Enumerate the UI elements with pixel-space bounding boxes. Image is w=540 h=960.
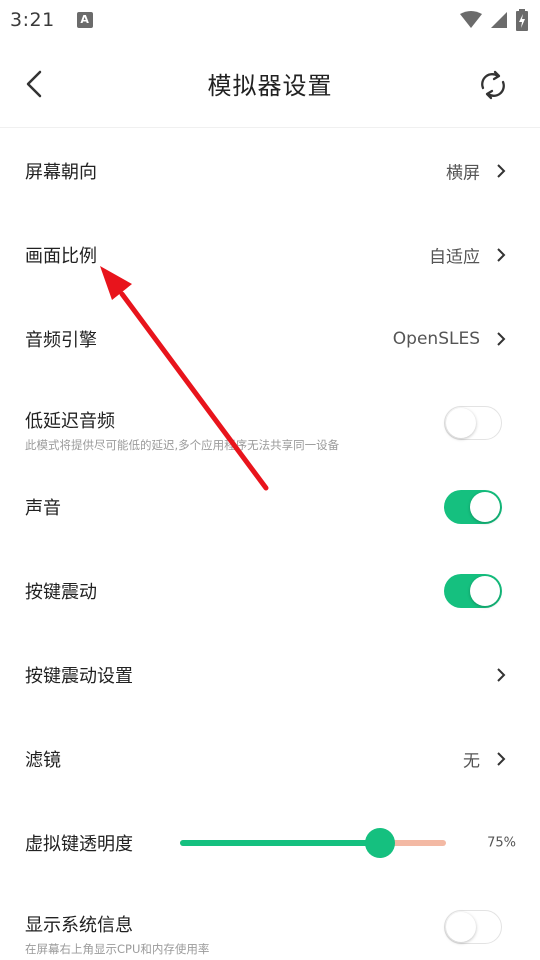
setting-show-system-info: 显示系统信息 在屏幕右上角显示CPU和内存使用率: [0, 885, 540, 960]
setting-value: 无: [463, 751, 480, 772]
setting-label: 虚拟键透明度: [25, 834, 133, 855]
low-latency-toggle[interactable]: [444, 406, 502, 440]
sound-toggle[interactable]: [444, 490, 502, 524]
chevron-right-icon: [497, 248, 506, 262]
setting-label: 按键震动: [25, 582, 97, 603]
setting-description: 此模式将提供尽可能低的延迟,多个应用程序无法共享同一设备: [25, 438, 340, 452]
status-time: 3:21: [10, 9, 55, 31]
toggle-knob: [470, 576, 500, 606]
chevron-right-icon: [497, 332, 506, 346]
setting-audio-engine[interactable]: 音频引擎 OpenSLES: [0, 297, 540, 381]
setting-key-vibration-settings[interactable]: 按键震动设置: [0, 633, 540, 717]
setting-label: 滤镜: [25, 750, 61, 771]
setting-value: OpenSLES: [392, 329, 480, 349]
notification-icon: A: [76, 12, 93, 28]
page-title: 模拟器设置: [207, 72, 333, 100]
setting-screen-orientation[interactable]: 屏幕朝向 横屏: [0, 129, 540, 213]
chevron-right-icon: [497, 752, 506, 766]
setting-label: 低延迟音频: [25, 411, 115, 432]
opacity-slider-thumb[interactable]: [364, 828, 395, 858]
app-bar: 模拟器设置: [0, 40, 540, 128]
setting-aspect-ratio[interactable]: 画面比例 自适应: [0, 213, 540, 297]
setting-description: 在屏幕右上角显示CPU和内存使用率: [25, 942, 210, 956]
setting-label: 声音: [25, 498, 61, 519]
setting-label: 按键震动设置: [25, 666, 133, 687]
setting-value: 自适应: [429, 247, 480, 268]
cell-signal-icon: [491, 12, 507, 28]
toggle-knob: [470, 492, 500, 522]
wifi-icon: [460, 11, 482, 28]
system-info-toggle[interactable]: [444, 910, 502, 944]
setting-label: 音频引擎: [25, 330, 97, 351]
setting-sound: 声音: [0, 465, 540, 549]
setting-value: 横屏: [446, 163, 480, 184]
screen: 3:21 A 模拟器设置 屏幕朝向 横屏 画面比例 自适应 音频引擎 OpenS…: [0, 0, 540, 960]
chevron-right-icon: [497, 164, 506, 178]
setting-label: 画面比例: [25, 246, 97, 267]
settings-list: 屏幕朝向 横屏 画面比例 自适应 音频引擎 OpenSLES 低延迟音频 此模式…: [0, 129, 540, 960]
opacity-slider-fill: [180, 840, 380, 846]
setting-label: 屏幕朝向: [25, 162, 97, 183]
opacity-value: 75%: [487, 835, 516, 851]
setting-filter[interactable]: 滤镜 无: [0, 717, 540, 801]
chevron-right-icon: [497, 668, 506, 682]
status-bar: 3:21 A: [0, 0, 540, 40]
toggle-knob: [446, 912, 476, 942]
battery-icon: [516, 9, 528, 31]
toggle-knob: [446, 408, 476, 438]
setting-virtual-key-opacity: 虚拟键透明度 75%: [0, 801, 540, 885]
setting-label: 显示系统信息: [25, 915, 133, 936]
opacity-slider-track[interactable]: [180, 828, 446, 858]
setting-low-latency-audio: 低延迟音频 此模式将提供尽可能低的延迟,多个应用程序无法共享同一设备: [0, 381, 540, 465]
key-vibration-toggle[interactable]: [444, 574, 502, 608]
reset-refresh-icon[interactable]: [476, 68, 510, 102]
setting-key-vibration: 按键震动: [0, 549, 540, 633]
